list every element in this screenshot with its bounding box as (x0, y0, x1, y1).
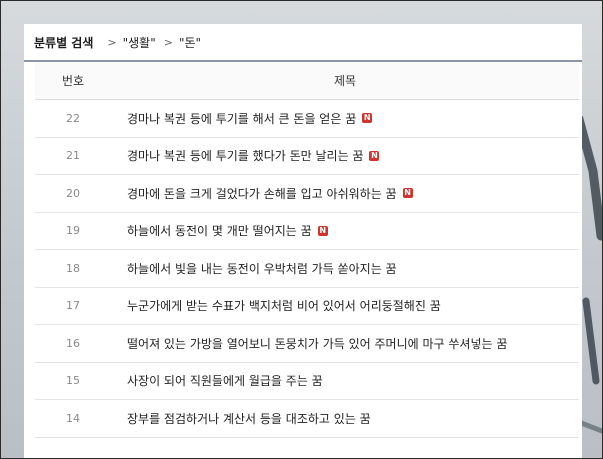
row-number: 16 (66, 336, 80, 350)
table-row[interactable]: 18 하늘에서 빛을 내는 동전이 우박처럼 가득 쏟아지는 꿈 (35, 250, 579, 288)
breadcrumb-root[interactable]: 분류별 검색 (34, 34, 93, 51)
new-badge-icon: N (402, 188, 413, 199)
table-row[interactable]: 21 경마나 복권 등에 투기를 했다가 돈만 날리는 꿈 N (35, 138, 579, 175)
row-number: 20 (66, 186, 80, 200)
row-title-cell: 장부를 점검하거나 계산서 등을 대조하고 있는 꿈 (111, 410, 371, 427)
row-number: 19 (66, 224, 80, 238)
breadcrumb-category[interactable]: "생활" (123, 34, 156, 51)
new-badge-icon: N (317, 225, 328, 236)
row-title-cell: 누군가에게 받는 수표가 백지처럼 비어 있어서 어리둥절해진 꿈 (111, 297, 441, 314)
column-header-number: 번호 (61, 74, 85, 88)
row-title-link[interactable]: 경마나 복권 등에 투기를 했다가 돈만 날리는 꿈 (127, 147, 363, 164)
column-header-title: 제목 (333, 74, 357, 88)
results-table: 번호 제목 22 경마나 복권 등에 투기를 해서 큰 돈을 얻은 꿈 N 21 경마나… (35, 62, 579, 438)
table-row[interactable]: 22 경마나 복권 등에 투기를 해서 큰 돈을 얻은 꿈 N (35, 100, 579, 138)
row-title-cell: 경마에 돈을 크게 걸었다가 손해를 입고 아쉬워하는 꿈 N (111, 185, 413, 202)
new-badge-icon: N (362, 113, 373, 124)
row-title-link[interactable]: 하늘에서 동전이 몇 개만 떨어지는 꿈 (127, 222, 312, 239)
row-number: 18 (66, 261, 80, 275)
row-title-link[interactable]: 경마에 돈을 크게 걸었다가 손해를 입고 아쉬워하는 꿈 (127, 185, 397, 202)
table-header: 번호 제목 (35, 62, 579, 100)
row-title-link[interactable]: 떨어져 있는 가방을 열어보니 돈뭉치가 가득 있어 주머니에 마구 쑤셔넣는 … (127, 335, 507, 352)
table-body: 22 경마나 복권 등에 투기를 해서 큰 돈을 얻은 꿈 N 21 경마나 복권 등에… (35, 100, 579, 438)
table-row[interactable]: 19 하늘에서 동전이 몇 개만 떨어지는 꿈 N (35, 213, 579, 250)
table-row[interactable]: 14 장부를 점검하거나 계산서 등을 대조하고 있는 꿈 (35, 400, 579, 438)
screenshot-frame: 분류별 검색 > "생활" > "돈" 번호 제목 22 경마나 복권 등에 투기… (0, 0, 603, 459)
chevron-right-icon: > (107, 35, 117, 49)
table-row[interactable]: 16 떨어져 있는 가방을 열어보니 돈뭉치가 가득 있어 주머니에 마구 쑤셔넣… (35, 325, 579, 363)
row-title-cell: 경마나 복권 등에 투기를 해서 큰 돈을 얻은 꿈 N (111, 110, 373, 127)
row-number: 21 (66, 149, 80, 163)
table-row[interactable]: 17 누군가에게 받는 수표가 백지처럼 비어 있어서 어리둥절해진 꿈 (35, 288, 579, 325)
row-title-cell: 하늘에서 동전이 몇 개만 떨어지는 꿈 N (111, 222, 328, 239)
breadcrumb-subcategory[interactable]: "돈" (179, 34, 201, 51)
row-title-cell: 하늘에서 빛을 내는 동전이 우박처럼 가득 쏟아지는 꿈 (111, 260, 397, 277)
row-number: 15 (66, 374, 80, 388)
row-title-cell: 떨어져 있는 가방을 열어보니 돈뭉치가 가득 있어 주머니에 마구 쑤셔넣는 … (111, 335, 507, 352)
row-title-cell: 사장이 되어 직원들에게 월급을 주는 꿈 (111, 372, 323, 389)
row-title-cell: 경마나 복권 등에 투기를 했다가 돈만 날리는 꿈 N (111, 147, 380, 164)
row-number: 17 (66, 299, 80, 313)
new-badge-icon: N (369, 150, 380, 161)
row-title-link[interactable]: 장부를 점검하거나 계산서 등을 대조하고 있는 꿈 (127, 410, 371, 427)
breadcrumb: 분류별 검색 > "생활" > "돈" (24, 24, 582, 62)
table-row[interactable]: 15 사장이 되어 직원들에게 월급을 주는 꿈 (35, 363, 579, 400)
row-title-link[interactable]: 경마나 복권 등에 투기를 해서 큰 돈을 얻은 꿈 (127, 110, 356, 127)
row-title-link[interactable]: 사장이 되어 직원들에게 월급을 주는 꿈 (127, 372, 323, 389)
row-number: 14 (66, 411, 80, 425)
table-row[interactable]: 20 경마에 돈을 크게 걸었다가 손해를 입고 아쉬워하는 꿈 N (35, 175, 579, 213)
chevron-right-icon: > (163, 35, 173, 49)
row-title-link[interactable]: 하늘에서 빛을 내는 동전이 우박처럼 가득 쏟아지는 꿈 (127, 260, 397, 277)
row-number: 22 (66, 111, 80, 125)
search-panel: 분류별 검색 > "생활" > "돈" 번호 제목 22 경마나 복권 등에 투기… (24, 24, 582, 458)
row-title-link[interactable]: 누군가에게 받는 수표가 백지처럼 비어 있어서 어리둥절해진 꿈 (127, 297, 441, 314)
